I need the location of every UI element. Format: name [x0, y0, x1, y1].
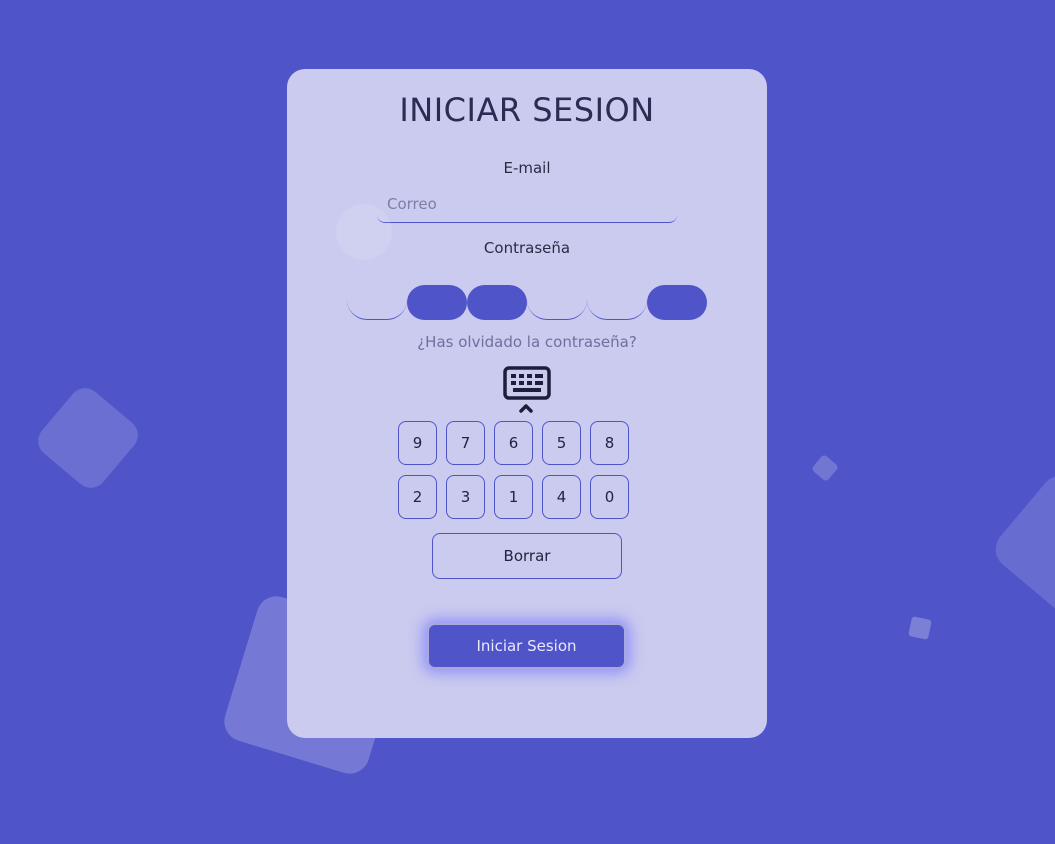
keypad-key-0[interactable]: 0: [590, 475, 629, 519]
keypad-key-8[interactable]: 8: [590, 421, 629, 465]
pin-slot-empty: [587, 285, 647, 320]
decorative-square: [31, 381, 145, 495]
pin-slot-filled: [407, 285, 467, 320]
forgot-password-link[interactable]: ¿Has olvidado la contraseña?: [287, 333, 767, 351]
pin-slot-empty: [527, 285, 587, 320]
decorative-square: [810, 453, 840, 483]
keypad-key-9[interactable]: 9: [398, 421, 437, 465]
keypad-key-4[interactable]: 4: [542, 475, 581, 519]
clear-button[interactable]: Borrar: [432, 533, 622, 579]
keypad-key-7[interactable]: 7: [446, 421, 485, 465]
keypad-row: 23140: [398, 475, 658, 519]
numeric-keypad: 97658 23140: [398, 421, 658, 529]
keyboard-icon[interactable]: [503, 366, 551, 414]
page-title: INICIAR SESION: [399, 91, 655, 129]
decorative-circle: [336, 204, 392, 260]
decorative-square: [987, 467, 1055, 623]
keypad-key-2[interactable]: 2: [398, 475, 437, 519]
keypad-key-3[interactable]: 3: [446, 475, 485, 519]
keypad-key-6[interactable]: 6: [494, 421, 533, 465]
login-screen: INICIAR SESION E-mail Contraseña ¿Has ol…: [0, 0, 1055, 844]
pin-slot-filled: [467, 285, 527, 320]
decorative-square: [908, 616, 932, 640]
pin-slot-empty: [347, 285, 407, 320]
keypad-key-1[interactable]: 1: [494, 475, 533, 519]
email-label: E-mail: [503, 159, 551, 177]
keypad-key-5[interactable]: 5: [542, 421, 581, 465]
login-button[interactable]: Iniciar Sesion: [427, 623, 626, 669]
email-field[interactable]: [377, 185, 677, 223]
pin-slot-filled: [647, 285, 707, 320]
login-card: INICIAR SESION E-mail Contraseña ¿Has ol…: [287, 69, 767, 738]
keypad-row: 97658: [398, 421, 658, 465]
password-pin-slots: [347, 285, 707, 321]
